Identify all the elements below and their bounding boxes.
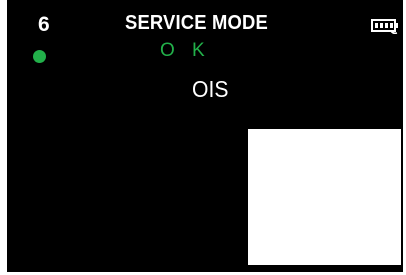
camera-screen: 6 SERVICE MODE O K OIS <box>7 0 403 272</box>
preview-box <box>248 129 401 265</box>
page-title: SERVICE MODE <box>125 12 268 34</box>
test-name: OIS <box>192 76 229 102</box>
mode-number: 6 <box>38 13 50 36</box>
status-dot-icon <box>33 50 46 63</box>
battery-icon <box>371 19 398 35</box>
status-text: O K <box>160 40 211 61</box>
